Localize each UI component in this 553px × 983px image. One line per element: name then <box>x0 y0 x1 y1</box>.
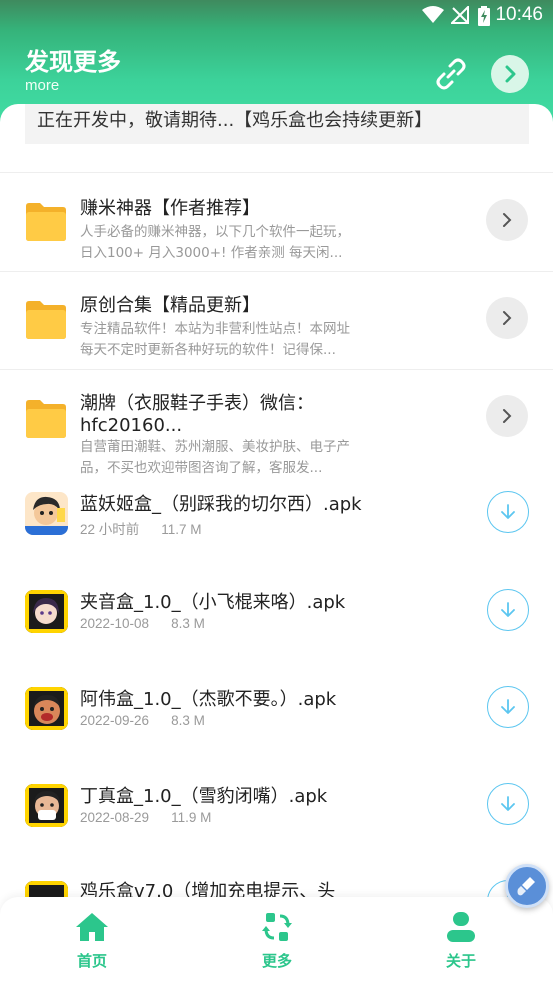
folder-item[interactable]: 原创合集【精品更新】 专注精品软件！本站为非营利性站点！本网址 每天不定时更新各… <box>0 272 553 370</box>
file-item[interactable]: 丁真盒_1.0_（雪豹闭嘴）.apk 2022-08-29 11.9 M <box>0 762 553 859</box>
folder-desc: 人手必备的赚米神器，以下几个软件一起玩， 日入100+ 月入3000+! 作者亲… <box>80 224 350 261</box>
app-avatar <box>25 492 68 535</box>
file-name: 蓝妖姬盒_（别踩我的切尔西）.apk <box>80 494 362 515</box>
page-subtitle: more <box>25 77 60 94</box>
home-icon <box>76 913 108 941</box>
folder-icon <box>26 301 66 339</box>
link-icon[interactable] <box>432 55 470 93</box>
folder-item[interactable]: 潮牌（衣服鞋子手表）微信： hfc20160... 自营莆田潮鞋、苏州潮服、美妆… <box>0 370 553 476</box>
file-size: 8.3 M <box>171 713 205 728</box>
download-button[interactable] <box>487 686 529 728</box>
download-icon <box>501 796 515 811</box>
file-meta: 2022-10-08 8.3 M <box>80 616 205 631</box>
file-item[interactable]: 夹音盒_1.0_（小飞棍来咯）.apk 2022-10-08 8.3 M <box>0 568 553 665</box>
nav-home[interactable]: 首页 <box>42 897 142 983</box>
download-icon <box>501 602 515 617</box>
file-date: 22 小时前 <box>80 522 140 537</box>
divider <box>0 172 553 173</box>
file-size: 11.7 M <box>161 522 202 537</box>
file-item[interactable]: 阿伟盒_1.0_（杰歌不要。）.apk 2022-09-26 8.3 M <box>0 665 553 762</box>
folder-title: 潮牌（衣服鞋子手表）微信： hfc20160... <box>80 393 314 436</box>
folder-icon <box>26 400 66 438</box>
refresh-icon <box>262 913 292 941</box>
file-meta: 22 小时前 11.7 M <box>80 518 202 538</box>
file-size: 11.9 M <box>171 810 212 825</box>
signal-icon <box>451 6 469 24</box>
floating-clean-button[interactable] <box>505 864 549 908</box>
folder-title: 原创合集【精品更新】 <box>80 295 260 316</box>
file-name: 阿伟盒_1.0_（杰歌不要。）.apk <box>80 689 337 710</box>
chevron-right-icon <box>503 213 512 227</box>
notice-banner: 正在开发中，敬请期待...【鸡乐盒也会持续更新】 <box>25 104 529 144</box>
status-bar: 10:46 <box>0 0 553 32</box>
open-folder-button[interactable] <box>486 297 528 339</box>
file-meta: 2022-09-26 8.3 M <box>80 713 205 728</box>
open-folder-button[interactable] <box>486 395 528 437</box>
chevron-right-icon <box>503 409 512 423</box>
folder-title: 赚米神器【作者推荐】 <box>80 198 260 219</box>
user-icon <box>447 912 475 942</box>
file-date: 2022-08-29 <box>80 810 150 825</box>
download-icon <box>501 504 515 519</box>
folder-item[interactable]: 赚米神器【作者推荐】 人手必备的赚米神器，以下几个软件一起玩， 日入100+ 月… <box>0 174 553 272</box>
nav-home-label: 首页 <box>76 952 107 970</box>
download-button[interactable] <box>487 783 529 825</box>
app-avatar <box>25 687 68 730</box>
file-name: 夹音盒_1.0_（小飞棍来咯）.apk <box>80 592 346 613</box>
nav-about[interactable]: 关于 <box>411 897 511 983</box>
bottom-nav: 首页 更多 关于 <box>0 897 553 983</box>
download-button[interactable] <box>487 589 529 631</box>
download-icon <box>501 699 515 714</box>
nav-more[interactable]: 更多 <box>227 897 327 983</box>
forward-button[interactable] <box>491 55 529 93</box>
file-date: 2022-09-26 <box>80 713 150 728</box>
nav-more-label: 更多 <box>261 952 292 970</box>
file-date: 2022-10-08 <box>80 616 150 631</box>
wifi-icon <box>422 6 444 23</box>
broom-icon <box>517 877 535 896</box>
chevron-right-icon <box>503 311 512 325</box>
file-size: 8.3 M <box>171 616 205 631</box>
page-title: 发现更多 <box>25 48 121 76</box>
content-sheet[interactable]: 正在开发中，敬请期待...【鸡乐盒也会持续更新】 赚米神器【作者推荐】 人手必备… <box>0 104 553 983</box>
battery-icon <box>478 6 490 26</box>
file-name: 丁真盒_1.0_（雪豹闭嘴）.apk <box>80 786 328 807</box>
nav-about-label: 关于 <box>445 952 476 970</box>
folder-desc: 专注精品软件！本站为非营利性站点！本网址 每天不定时更新各种好玩的软件！记得保.… <box>80 321 350 358</box>
status-time: 10:46 <box>495 4 543 25</box>
app-avatar <box>25 784 68 827</box>
app-avatar <box>25 590 68 633</box>
open-folder-button[interactable] <box>486 199 528 241</box>
folder-icon <box>26 203 66 241</box>
download-button[interactable] <box>487 491 529 533</box>
file-meta: 2022-08-29 11.9 M <box>80 810 211 825</box>
file-item[interactable]: 蓝妖姬盒_（别踩我的切尔西）.apk 22 小时前 11.7 M <box>0 471 553 568</box>
chevron-right-icon <box>505 65 516 83</box>
